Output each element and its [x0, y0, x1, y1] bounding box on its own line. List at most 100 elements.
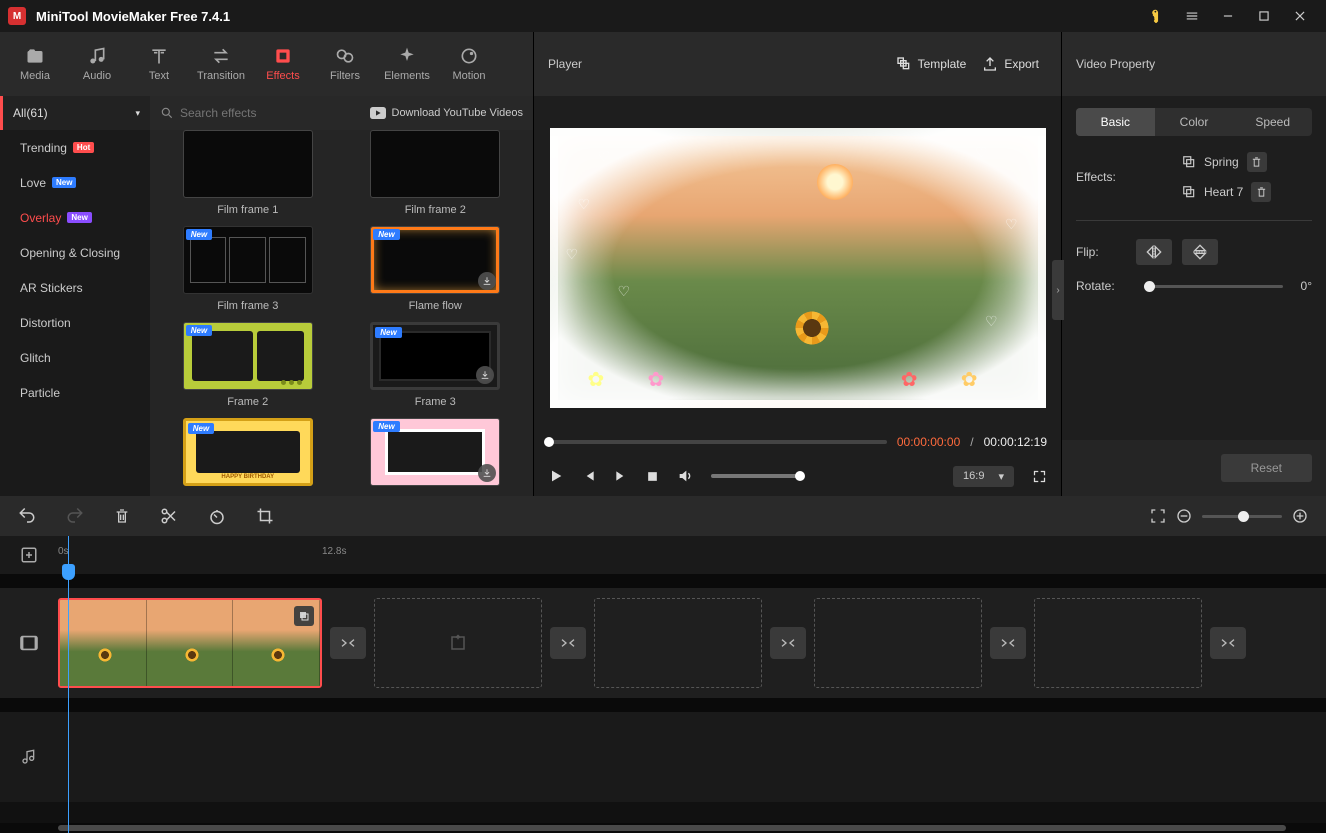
tool-transition[interactable]: Transition	[190, 32, 252, 96]
effect-card[interactable]: Film frame 2	[352, 130, 520, 216]
fit-timeline-button[interactable]	[1150, 508, 1166, 524]
sidebar-all-header[interactable]: All(61)	[0, 96, 150, 130]
video-track[interactable]	[0, 588, 1326, 698]
new-tag: New	[373, 229, 399, 240]
export-button[interactable]: Export	[974, 52, 1047, 76]
tool-elements[interactable]: Elements	[376, 32, 438, 96]
minimize-icon[interactable]	[1210, 0, 1246, 32]
remove-effect-button[interactable]	[1247, 152, 1267, 172]
download-youtube-link[interactable]: Download YouTube Videos	[370, 107, 524, 119]
effect-label: Flame flow	[409, 300, 462, 312]
export-icon	[982, 56, 998, 72]
seek-slider[interactable]	[548, 440, 887, 444]
zoom-out-button[interactable]	[1176, 508, 1192, 524]
time-ruler[interactable]: 0s12.8s	[58, 536, 1326, 574]
sidebar-item-ar-stickers[interactable]: AR Stickers	[0, 270, 150, 305]
tool-audio[interactable]: Audio	[66, 32, 128, 96]
redo-button[interactable]	[66, 507, 84, 525]
next-frame-button[interactable]	[614, 469, 628, 483]
flip-vertical-button[interactable]	[1182, 239, 1218, 265]
upgrade-key-icon[interactable]	[1138, 0, 1174, 32]
download-icon[interactable]	[478, 272, 496, 290]
music-icon	[87, 46, 107, 66]
sidebar-item-opening-closing[interactable]: Opening & Closing	[0, 235, 150, 270]
tab-basic[interactable]: Basic	[1076, 108, 1155, 136]
category-sidebar: All(61) TrendingHotLoveNewOverlayNewOpen…	[0, 96, 150, 496]
search-input[interactable]	[180, 106, 290, 120]
effect-card[interactable]: New	[352, 418, 520, 486]
effect-card[interactable]: NewFilm frame 3	[164, 226, 332, 312]
sidebar-item-distortion[interactable]: Distortion	[0, 305, 150, 340]
effect-label: Frame 3	[415, 396, 456, 408]
undo-button[interactable]	[18, 507, 36, 525]
empty-clip-slot[interactable]	[594, 598, 762, 688]
sidebar-item-particle[interactable]: Particle	[0, 375, 150, 410]
download-icon[interactable]	[478, 464, 496, 482]
effect-card[interactable]: NewFrame 2	[164, 322, 332, 408]
transition-slot[interactable]	[330, 627, 366, 659]
reset-button[interactable]: Reset	[1221, 454, 1312, 482]
flip-horizontal-button[interactable]	[1136, 239, 1172, 265]
volume-slider[interactable]	[711, 474, 801, 478]
empty-clip-slot[interactable]	[1034, 598, 1202, 688]
transition-slot[interactable]	[550, 627, 586, 659]
effect-card[interactable]: HAPPY BIRTHDAYNew	[164, 418, 332, 486]
effect-card[interactable]: Film frame 1	[164, 130, 332, 216]
timeline-scrollbar[interactable]	[0, 823, 1326, 833]
property-panel: › Video Property BasicColorSpeed Effects…	[1062, 32, 1326, 496]
tab-speed[interactable]: Speed	[1233, 108, 1312, 136]
empty-clip-slot[interactable]	[374, 598, 542, 688]
menu-icon[interactable]	[1174, 0, 1210, 32]
transition-slot[interactable]	[1210, 627, 1246, 659]
fullscreen-button[interactable]	[1032, 469, 1047, 484]
layers-icon	[1182, 185, 1196, 199]
aspect-ratio-select[interactable]: 16:9 ▾	[953, 466, 1014, 487]
close-icon[interactable]	[1282, 0, 1318, 32]
tool-effects[interactable]: Effects	[252, 32, 314, 96]
speed-button[interactable]	[208, 507, 226, 525]
sidebar-item-trending[interactable]: TrendingHot	[0, 130, 150, 165]
tool-motion[interactable]: Motion	[438, 32, 500, 96]
tool-filters[interactable]: Filters	[314, 32, 376, 96]
zoom-slider[interactable]	[1202, 515, 1282, 518]
template-icon	[896, 56, 912, 72]
tab-color[interactable]: Color	[1155, 108, 1234, 136]
empty-clip-slot[interactable]	[814, 598, 982, 688]
stop-button[interactable]	[646, 470, 659, 483]
video-clip[interactable]	[58, 598, 322, 688]
add-track-button[interactable]	[0, 536, 58, 574]
playhead[interactable]	[68, 536, 69, 833]
sidebar-item-glitch[interactable]: Glitch	[0, 340, 150, 375]
effect-thumb	[370, 130, 500, 198]
delete-button[interactable]	[114, 507, 130, 525]
maximize-icon[interactable]	[1246, 0, 1282, 32]
text-icon	[149, 46, 169, 66]
tool-text[interactable]: Text	[128, 32, 190, 96]
sidebar-item-love[interactable]: LoveNew	[0, 165, 150, 200]
search-effects[interactable]	[160, 106, 370, 120]
prev-frame-button[interactable]	[582, 469, 596, 483]
transition-slot[interactable]	[770, 627, 806, 659]
effect-card[interactable]: New Flame flow	[352, 226, 520, 312]
rotate-slider[interactable]	[1144, 285, 1283, 288]
tool-media[interactable]: Media	[4, 32, 66, 96]
effect-card[interactable]: NewFrame 3	[352, 322, 520, 408]
split-button[interactable]	[160, 507, 178, 525]
clip-effects-badge[interactable]	[294, 606, 314, 626]
play-button[interactable]	[548, 468, 564, 484]
download-icon[interactable]	[476, 366, 494, 384]
layers-icon	[1182, 155, 1196, 169]
remove-effect-button[interactable]	[1251, 182, 1271, 202]
transition-slot[interactable]	[990, 627, 1026, 659]
video-preview[interactable]: ♡ ♡ ♡ ♡ ♡ ♡ ♡ ✿ ✿ ✿ ✿	[550, 128, 1046, 408]
audio-track[interactable]	[0, 712, 1326, 802]
app-logo: M	[8, 7, 26, 25]
crop-button[interactable]	[256, 507, 274, 525]
collapse-panel-button[interactable]: ›	[1052, 260, 1064, 320]
volume-button[interactable]	[677, 468, 693, 484]
ball-icon	[459, 46, 479, 66]
circles-icon	[335, 46, 355, 66]
template-button[interactable]: Template	[888, 52, 975, 76]
sidebar-item-overlay[interactable]: OverlayNew	[0, 200, 150, 235]
zoom-in-button[interactable]	[1292, 508, 1308, 524]
